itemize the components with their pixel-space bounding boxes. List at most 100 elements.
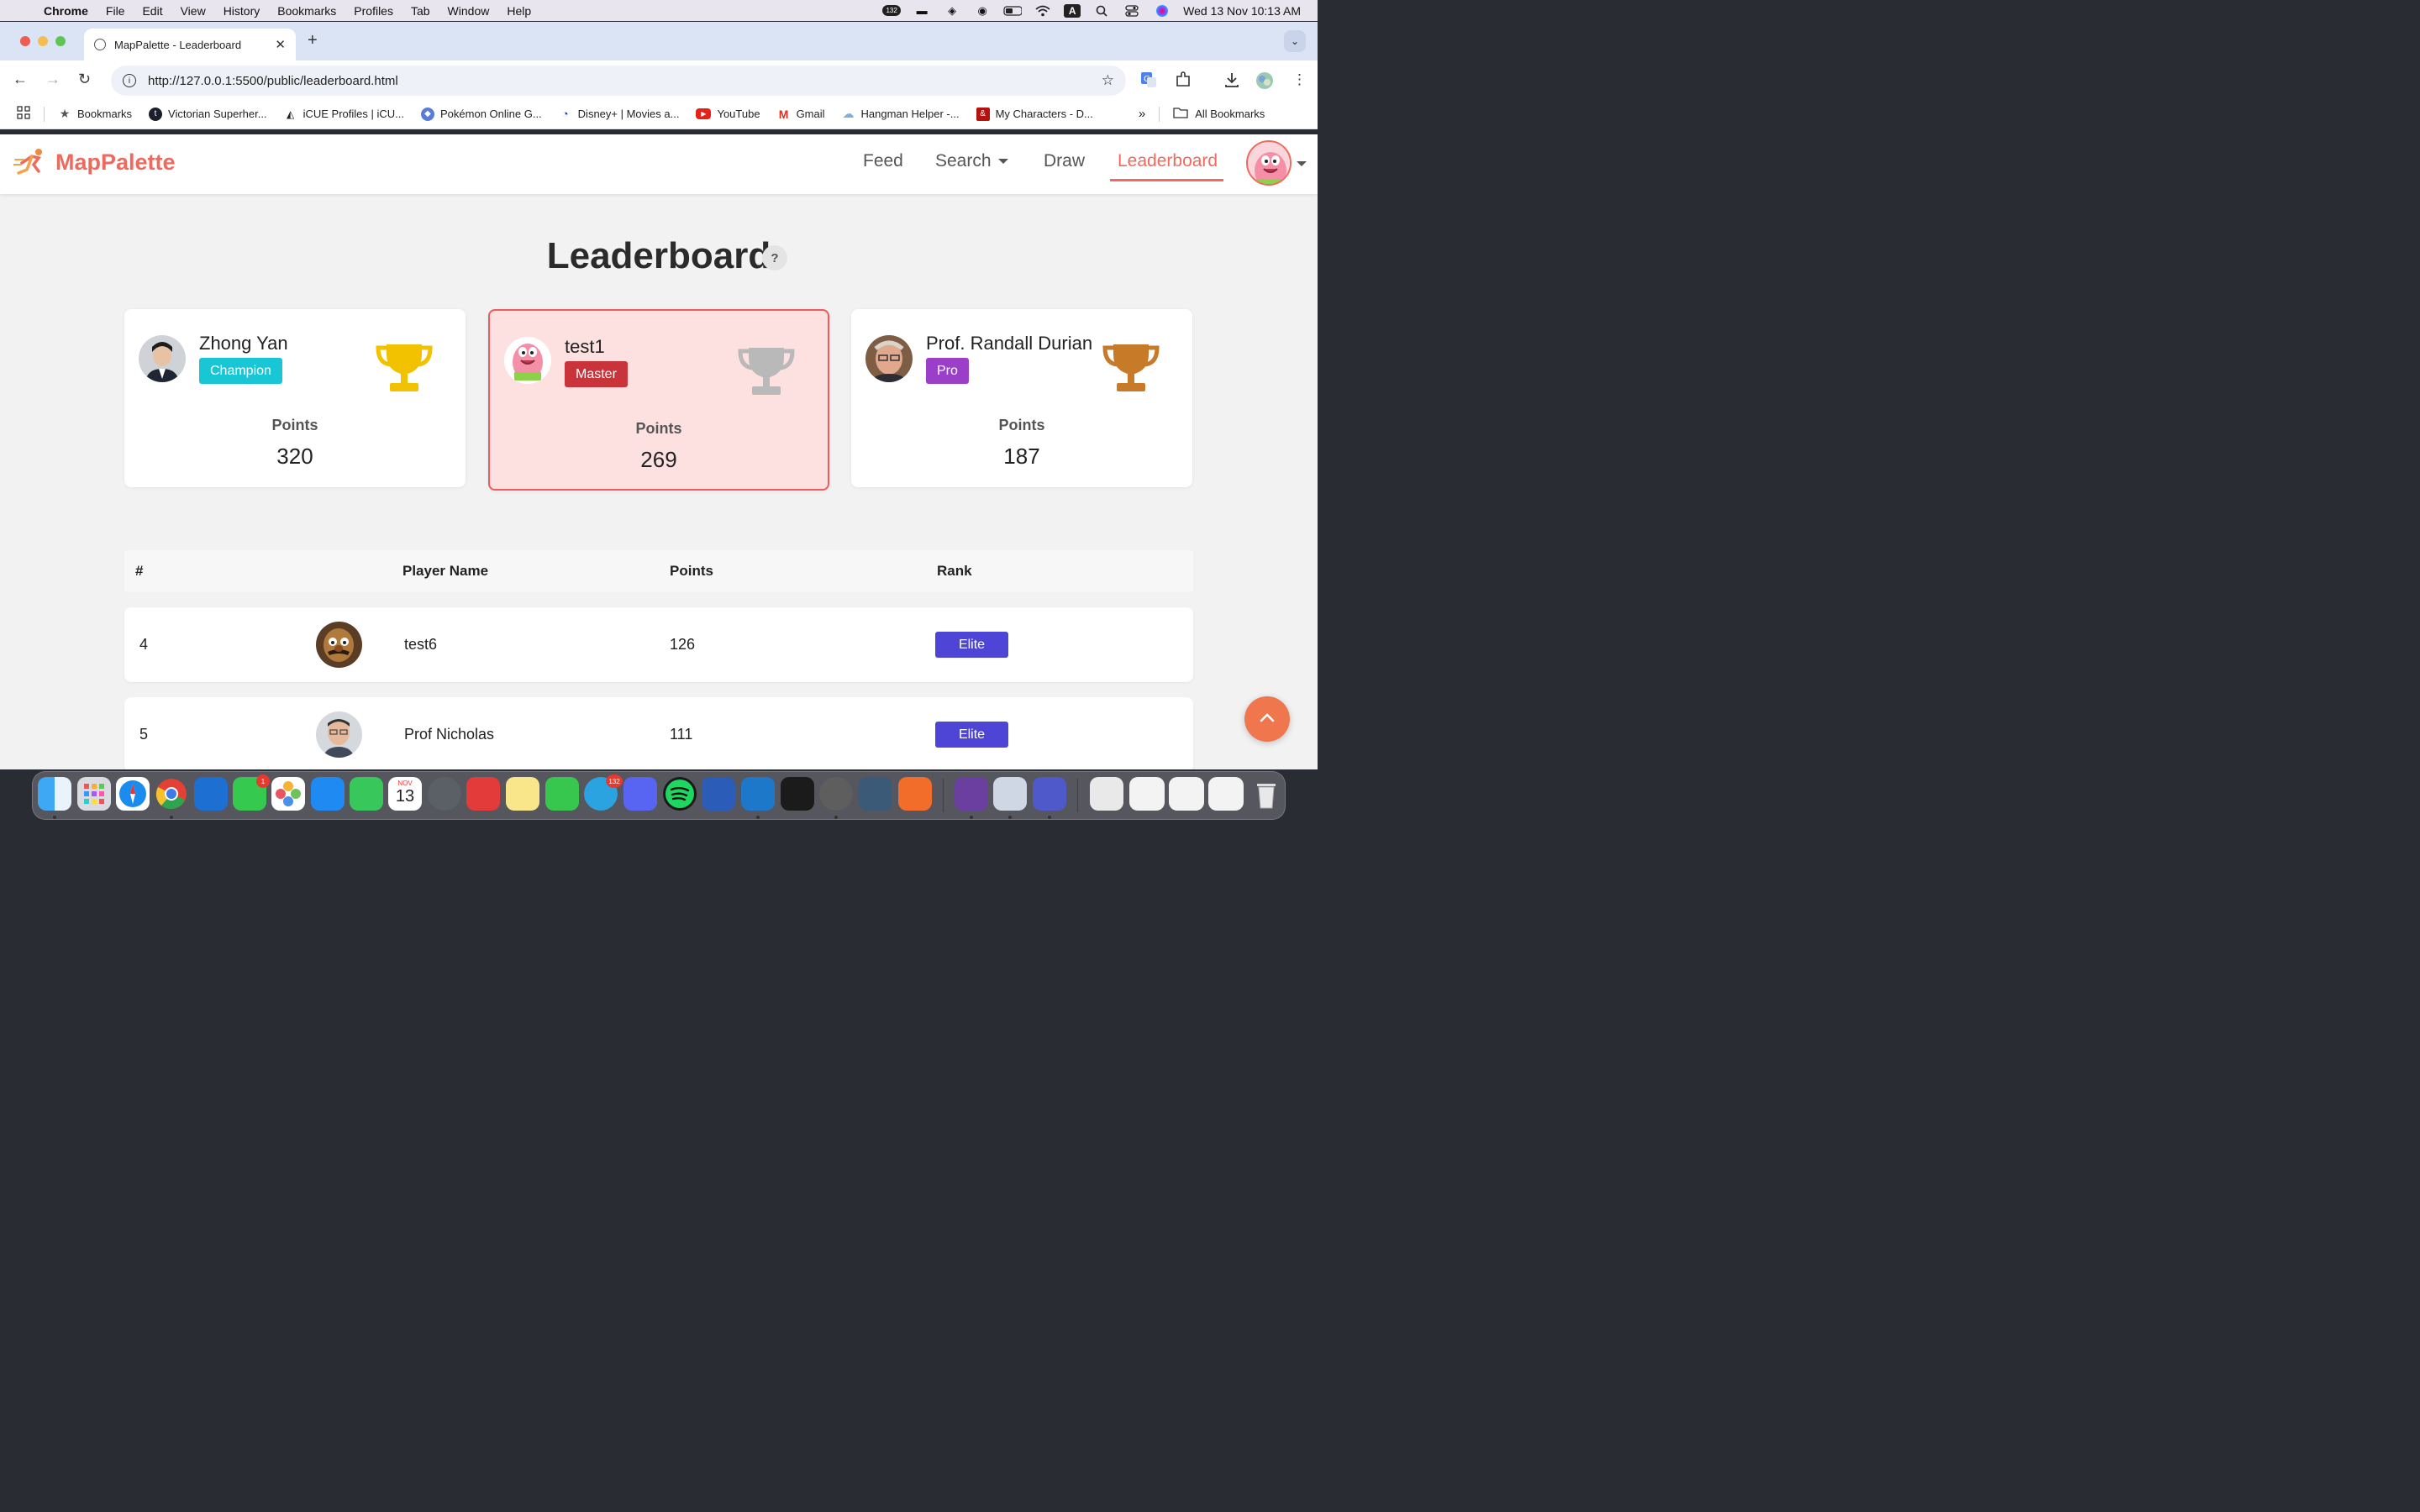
system-settings-icon[interactable]: [428, 777, 461, 811]
notification-count-icon[interactable]: 132: [882, 4, 901, 18]
github-desktop-icon[interactable]: [955, 777, 988, 811]
window-zoom-button[interactable]: [55, 36, 66, 46]
chevron-down-icon: [997, 159, 1008, 165]
spotlight-search-icon[interactable]: [1092, 4, 1111, 18]
facetime-icon[interactable]: [350, 777, 383, 811]
tab-search-chevron-icon[interactable]: ⌄: [1284, 30, 1306, 52]
discord-icon[interactable]: [623, 777, 657, 811]
nav-draw[interactable]: Draw: [1044, 151, 1085, 171]
spotify-icon[interactable]: [663, 777, 697, 811]
bookmark-item[interactable]: ◭ iCUE Profiles | iCU...: [284, 108, 404, 121]
help-icon[interactable]: ?: [762, 245, 787, 270]
battery-icon[interactable]: [1003, 4, 1023, 18]
apps-grid-icon[interactable]: [17, 106, 30, 122]
extensions-puzzle-icon[interactable]: [1175, 71, 1192, 92]
new-tab-button[interactable]: +: [308, 31, 318, 50]
forward-arrow-icon[interactable]: →: [45, 71, 60, 88]
chrome-icon[interactable]: [155, 777, 188, 811]
bookmark-item[interactable]: ◆ Pokémon Online G...: [421, 107, 542, 121]
photos-icon[interactable]: [271, 777, 305, 811]
google-translate-icon[interactable]: G: [1140, 71, 1157, 92]
back-arrow-icon[interactable]: ←: [13, 71, 28, 88]
control-center-icon[interactable]: [1123, 4, 1141, 18]
menu-help[interactable]: Help: [507, 4, 531, 18]
whatsapp-icon[interactable]: [545, 777, 579, 811]
site-navbar: MapPalette Feed Search Draw Leaderboard: [0, 134, 1318, 194]
chevron-down-icon[interactable]: [1297, 161, 1307, 166]
bookmark-item[interactable]: t Victorian Superher...: [149, 107, 267, 121]
player-avatar: [316, 711, 362, 758]
podium-card-first: Zhong Yan Champion Points 320: [124, 309, 466, 487]
menu-file[interactable]: File: [106, 4, 125, 18]
nav-leaderboard[interactable]: Leaderboard: [1118, 151, 1218, 171]
podium-card-second: test1 Master Points 269: [488, 309, 829, 491]
reload-icon[interactable]: ↻: [78, 71, 91, 88]
outlook-icon[interactable]: [194, 777, 228, 811]
bookmark-item[interactable]: ▶ YouTube: [696, 108, 760, 120]
minimized-window-icon[interactable]: [1129, 777, 1165, 811]
teams-icon[interactable]: [1033, 777, 1066, 811]
finder-icon[interactable]: [38, 777, 71, 811]
window-minimize-button[interactable]: [38, 36, 48, 46]
minimized-window-icon[interactable]: [1208, 777, 1244, 811]
notes-icon[interactable]: [506, 777, 539, 811]
macos-dock: 1 NOV 13 132: [32, 771, 1286, 820]
terminal-icon[interactable]: [781, 777, 814, 811]
site-info-icon[interactable]: i: [123, 74, 136, 87]
bookmark-label: My Characters - D...: [995, 108, 1093, 120]
menu-app-name[interactable]: Chrome: [44, 4, 88, 18]
menu-window[interactable]: Window: [448, 4, 490, 18]
bookmark-star-icon[interactable]: ☆: [1102, 72, 1114, 89]
bookmark-item[interactable]: ☁ Hangman Helper -...: [842, 107, 960, 121]
brand-link[interactable]: MapPalette: [13, 148, 176, 176]
launchpad-icon[interactable]: [77, 777, 111, 811]
clapper-icon[interactable]: ▬: [913, 4, 931, 18]
nav-search[interactable]: Search: [935, 151, 1008, 171]
table-row: 5 Prof Nicholas 111 Elite: [124, 697, 1193, 769]
all-bookmarks-button[interactable]: All Bookmarks: [1173, 107, 1265, 121]
mysql-workbench-icon[interactable]: [859, 777, 892, 811]
postman-icon[interactable]: [898, 777, 932, 811]
active-tab[interactable]: MapPalette - Leaderboard ✕: [84, 29, 296, 60]
user-circle-icon[interactable]: ◉: [973, 4, 992, 18]
bookmark-item[interactable]: ★ Bookmarks: [58, 107, 132, 121]
scroll-to-top-button[interactable]: [1244, 696, 1290, 742]
safari-icon[interactable]: [116, 777, 150, 811]
more-bookmarks-chevron-icon[interactable]: »: [1139, 107, 1145, 121]
player-points: 111: [670, 726, 693, 743]
chrome-menu-icon[interactable]: ⋮: [1292, 71, 1307, 88]
trash-icon[interactable]: [1249, 777, 1283, 811]
minimized-window-icon[interactable]: [1169, 777, 1204, 811]
vscode-icon[interactable]: [741, 777, 775, 811]
menu-clock[interactable]: Wed 13 Nov 10:13 AM: [1183, 4, 1301, 18]
menu-history[interactable]: History: [224, 4, 260, 18]
menu-tab[interactable]: Tab: [411, 4, 430, 18]
input-source-indicator[interactable]: A: [1064, 3, 1081, 18]
menu-view[interactable]: View: [181, 4, 206, 18]
youtube-icon: ▶: [696, 108, 712, 119]
wifi-icon[interactable]: [1034, 4, 1052, 18]
dropbox-icon[interactable]: ◈: [943, 4, 961, 18]
photo-booth-icon[interactable]: [466, 777, 500, 811]
app-store-icon[interactable]: [311, 777, 345, 811]
bookmark-item[interactable]: ◔ Disney+ | Movies a...: [559, 108, 680, 121]
menu-edit[interactable]: Edit: [142, 4, 162, 18]
preview-icon[interactable]: [993, 777, 1027, 811]
bookmark-item[interactable]: & My Characters - D...: [976, 107, 1093, 121]
bookmark-item[interactable]: M Gmail: [777, 108, 825, 121]
window-close-button[interactable]: [20, 36, 30, 46]
menu-bookmarks[interactable]: Bookmarks: [277, 4, 336, 18]
tableplus-icon[interactable]: [819, 777, 853, 811]
nav-feed[interactable]: Feed: [863, 151, 903, 171]
calendar-icon[interactable]: NOV 13: [388, 777, 422, 811]
menu-profiles[interactable]: Profiles: [354, 4, 393, 18]
download-icon[interactable]: [1223, 71, 1240, 92]
siri-icon[interactable]: [1153, 4, 1171, 18]
minimized-window-icon[interactable]: [1090, 777, 1123, 811]
url-text[interactable]: http://127.0.0.1:5500/public/leaderboard…: [148, 74, 398, 88]
profile-avatar-icon[interactable]: [1255, 71, 1274, 94]
address-bar[interactable]: i http://127.0.0.1:5500/public/leaderboa…: [111, 66, 1126, 96]
tab-close-icon[interactable]: ✕: [275, 37, 286, 52]
user-avatar[interactable]: [1246, 140, 1292, 186]
word-icon[interactable]: [702, 777, 735, 811]
